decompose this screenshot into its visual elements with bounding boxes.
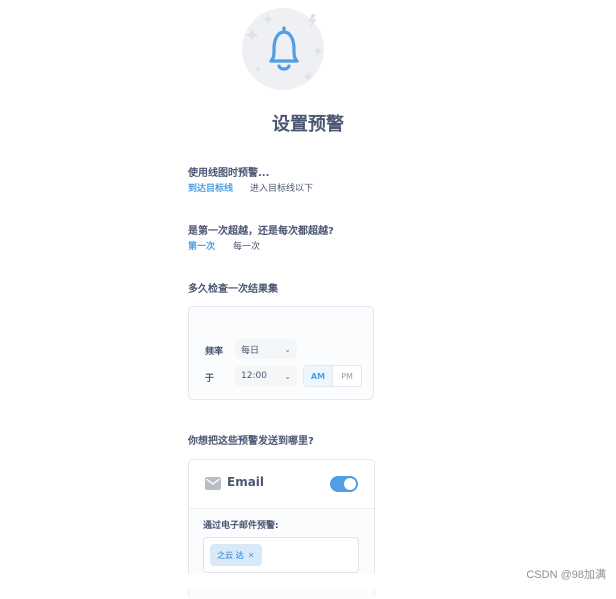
recipients-input[interactable]: 之云 达 ✕ [203, 537, 359, 573]
frequency-option-first[interactable]: 第一次 [188, 239, 215, 252]
channels-label: 你想把这些预警发送到哪里? [188, 436, 314, 447]
pm-button[interactable]: PM [332, 366, 361, 386]
page-fade [180, 574, 380, 589]
frequency-label: 频率 [205, 347, 224, 357]
schedule-label: 多久检查一次结果集 [188, 284, 278, 295]
time-label: 于 [205, 374, 215, 384]
chevron-down-icon: ⌄ [284, 344, 291, 354]
goal-option-reach[interactable]: 到达目标线 [188, 181, 233, 194]
goal-option-below[interactable]: 进入目标线以下 [250, 181, 313, 194]
chevron-down-icon: ⌄ [284, 371, 291, 381]
am-pm-toggle: AM PM [303, 365, 362, 387]
frequency-select[interactable]: 每日 ⌄ [235, 339, 297, 359]
watermark: CSDN @98加满 [526, 569, 606, 581]
goal-question-label: 使用线图时预警... [188, 168, 270, 179]
time-select[interactable]: 12:00 ⌄ [235, 366, 297, 386]
time-select-value: 12:00 [241, 371, 267, 381]
email-channel-header: Email [189, 460, 374, 509]
bell-icon [245, 14, 323, 81]
frequency-select-value: 每日 [241, 345, 260, 356]
frequency-question-label: 是第一次超越，还是每次都超越? [188, 226, 334, 237]
recipients-label: 通过电子邮件预警: [203, 521, 279, 531]
recipient-name: 之云 达 [217, 550, 244, 560]
email-enabled-toggle[interactable] [330, 476, 358, 492]
recipient-chip: 之云 达 ✕ [210, 544, 262, 566]
schedule-card: 频率 每日 ⌄ 于 12:00 ⌄ AM PM [188, 306, 374, 400]
page-title: 设置预警 [272, 114, 344, 135]
envelope-icon [205, 477, 221, 490]
frequency-option-every[interactable]: 每一次 [233, 239, 260, 252]
bell-illustration [238, 6, 330, 98]
am-button[interactable]: AM [304, 366, 332, 386]
remove-recipient-icon[interactable]: ✕ [248, 551, 255, 560]
email-channel-title: Email [227, 475, 265, 489]
